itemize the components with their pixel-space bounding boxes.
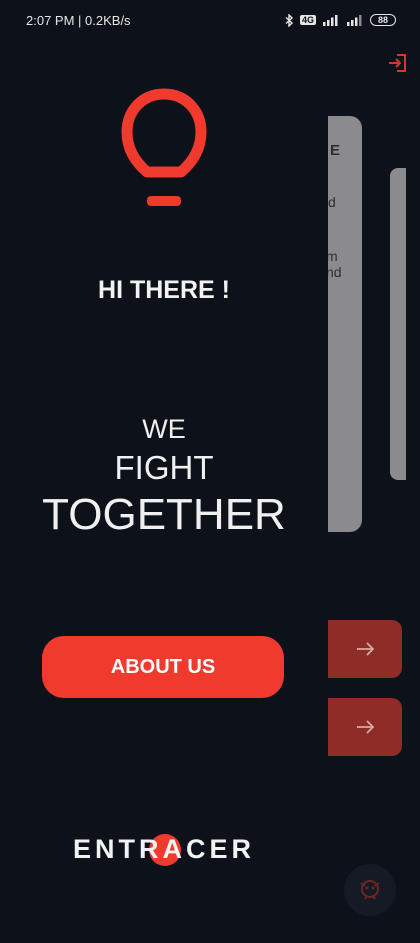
- status-left: 2:07 PM | 0.2KB/s: [26, 12, 131, 28]
- slogan-line-2: FIGHT: [114, 449, 214, 486]
- background-arrow-button-1[interactable]: [328, 620, 402, 678]
- background-arrow-button-2[interactable]: [328, 698, 402, 756]
- about-us-button[interactable]: ABOUT US: [42, 636, 284, 698]
- background-scrollbar[interactable]: [390, 168, 406, 480]
- app-screen: 2:07 PM | 0.2KB/s 4G 88 E d m nd HI THER…: [0, 0, 420, 943]
- status-time: 2:07 PM: [26, 12, 75, 28]
- mascot-fab[interactable]: [344, 864, 396, 916]
- lightbulb-icon: [121, 88, 207, 206]
- slogan-line-1: WE: [142, 414, 186, 444]
- logout-icon[interactable]: [386, 52, 408, 74]
- status-speed: 0.2KB/s: [85, 12, 131, 28]
- card-text-2: d: [328, 194, 336, 210]
- arrow-right-icon: [357, 720, 375, 734]
- bluetooth-icon: [285, 13, 293, 27]
- brand-logo: ENTRACER: [0, 828, 328, 872]
- status-right: 4G 88: [285, 13, 396, 27]
- card-text-1: E: [330, 142, 341, 159]
- signal-icon-2: [347, 15, 362, 26]
- battery-icon: 88: [370, 14, 396, 26]
- slogan-line-3: TOGETHER: [42, 490, 286, 539]
- network-badge: 4G: [299, 15, 316, 25]
- background-card[interactable]: E d m nd: [328, 116, 362, 532]
- arrow-right-icon: [357, 642, 375, 656]
- signal-icon: [323, 15, 338, 26]
- brand-name: ENTRACER: [72, 834, 255, 864]
- status-bar: 2:07 PM | 0.2KB/s 4G 88: [0, 0, 420, 40]
- card-text-3: m nd: [328, 248, 342, 280]
- greeting-text: HI THERE !: [98, 276, 230, 304]
- mascot-icon: [360, 880, 380, 900]
